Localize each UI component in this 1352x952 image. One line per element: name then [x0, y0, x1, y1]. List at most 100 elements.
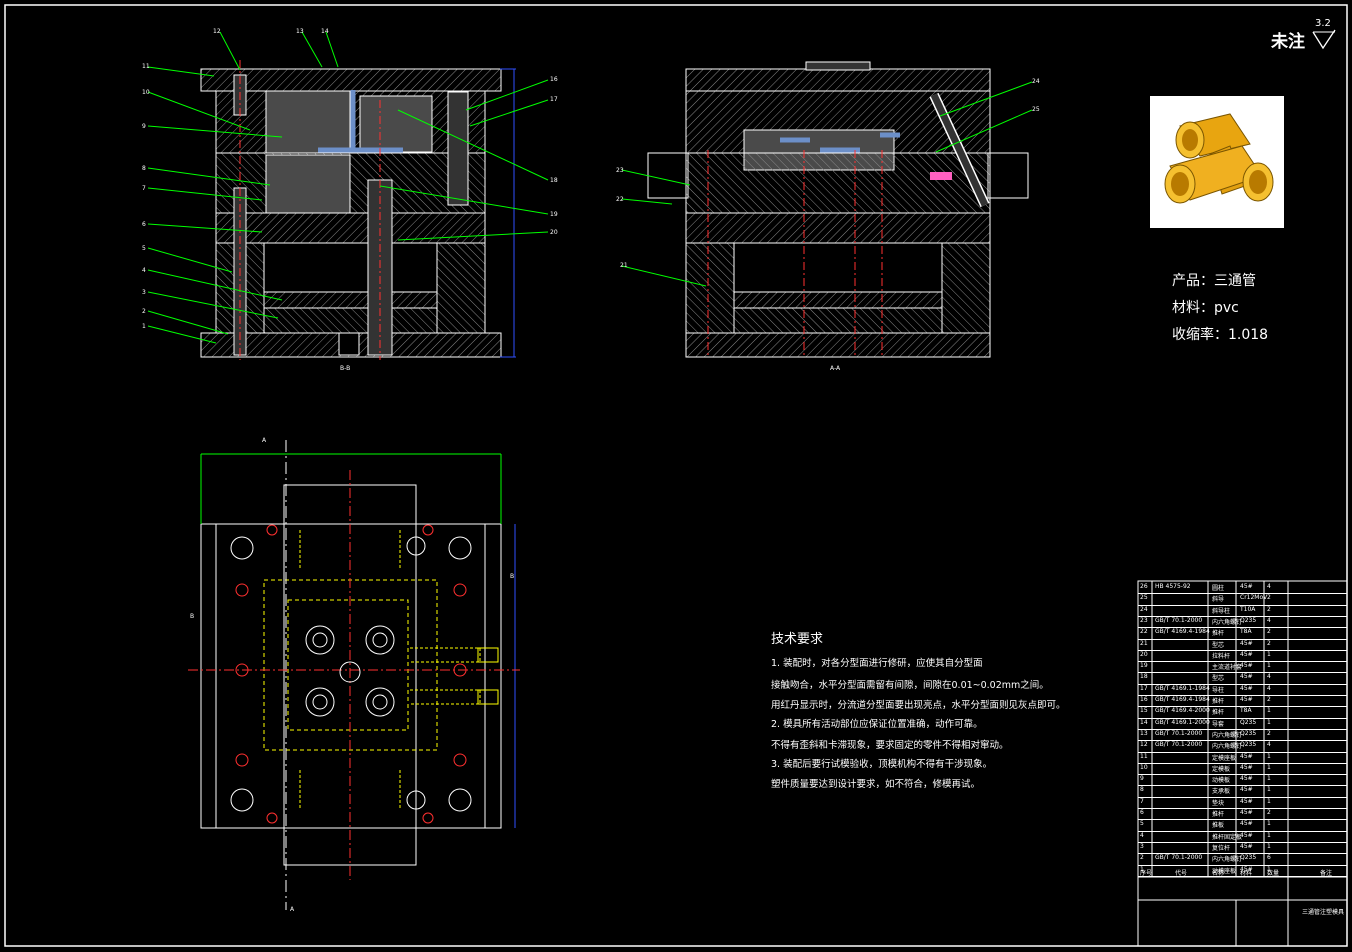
tech-line-4: 2. 模具所有活动部位应保证位置准确，动作可靠。 — [771, 719, 983, 730]
bom-cell-qty: 4 — [1267, 673, 1271, 681]
bom-cell-name: 推杆固定板 — [1212, 833, 1243, 841]
part-number-label: 19 — [550, 211, 558, 218]
bom-cell-qty: 2 — [1267, 639, 1271, 647]
bom-cell-no: 18 — [1140, 673, 1148, 681]
bom-cell-no: 20 — [1140, 650, 1148, 658]
product-material: 材料：pvc — [1172, 300, 1239, 316]
bom-cell-name: 内六角螺钉 — [1212, 856, 1243, 864]
product-thumbnail — [1150, 96, 1284, 228]
bom-cell-mat: 45# — [1240, 786, 1253, 794]
bom-cell-no: 3 — [1140, 842, 1144, 850]
bom-cell-no: 7 — [1140, 797, 1144, 805]
bom-cell-qty: 1 — [1267, 650, 1271, 658]
bom-cell-name: 导柱 — [1212, 686, 1225, 694]
product-name: 产品：三通管 — [1172, 273, 1256, 289]
tech-line-7: 塑件质量要达到设计要求，如不符合，修模再试。 — [771, 779, 981, 790]
plan-view: A A B B — [188, 437, 520, 913]
tech-line-6: 3. 装配后要行试模验收，顶模机构不得有干涉现象。 — [771, 759, 993, 770]
part-number-label: 17 — [550, 96, 558, 103]
bom-cell-qty: 4 — [1267, 616, 1271, 624]
bom-cell-qty: 4 — [1267, 741, 1271, 749]
tech-requirements-title: 技术要求 — [771, 632, 824, 647]
bom-header-note: 备注 — [1320, 870, 1333, 877]
bom-cell-mat: Cr12MoV — [1240, 594, 1268, 602]
bom-header-name: 名称 — [1212, 870, 1225, 877]
bom-cell-no: 21 — [1140, 639, 1148, 647]
bom-header-material: 材料 — [1240, 870, 1253, 877]
bom-cell-mat: 45# — [1240, 797, 1253, 805]
bom-cell-no: 15 — [1140, 707, 1148, 715]
bom-cell-name: 斜导 — [1212, 596, 1225, 604]
section-bb-label: B-B — [340, 365, 350, 372]
bom-cell-qty: 1 — [1267, 842, 1271, 850]
bom-cell-mat: Q235 — [1240, 854, 1257, 862]
bom-cell-qty: 2 — [1267, 628, 1271, 636]
bom-cell-name: 推杆 — [1212, 709, 1225, 717]
bom-cell-mat: Q235 — [1240, 718, 1257, 726]
bom-cell-qty: 2 — [1267, 809, 1271, 816]
part-number-label: 23 — [616, 167, 624, 174]
bom-cell-code: GB/T 4169.4-1984 — [1155, 696, 1210, 703]
bom-cell-mat: 45# — [1240, 583, 1253, 590]
bom-cell-no: 25 — [1140, 594, 1148, 602]
bom-cell-qty: 2 — [1267, 729, 1271, 737]
bom-cell-name: 型芯 — [1212, 675, 1225, 683]
bom-cell-name: 导套 — [1212, 720, 1225, 728]
bom-cell-name: 内六角螺钉 — [1212, 731, 1243, 739]
bom-cell-mat: Q235 — [1240, 741, 1257, 749]
bom-cell-qty: 2 — [1267, 594, 1271, 602]
bom-cell-name: 定模板 — [1212, 765, 1231, 773]
bom-cell-no: 26 — [1140, 583, 1148, 590]
bom-header-qty: 数量 — [1267, 870, 1280, 877]
bom-cell-no: 8 — [1140, 786, 1144, 794]
bom-cell-no: 4 — [1140, 831, 1144, 839]
title-block-name: 三通管注塑模具 — [1302, 909, 1345, 916]
part-number-label: 24 — [1032, 78, 1040, 85]
bom-cell-code: GB/T 4169.4-1984 — [1155, 628, 1210, 636]
part-number-label: 6 — [142, 221, 146, 228]
part-number-label: 13 — [296, 28, 304, 35]
roughness-symbol-icon — [1312, 29, 1336, 50]
part-number-label: 3 — [142, 289, 146, 296]
bom-header-no: 序号 — [1140, 870, 1153, 877]
bom-cell-no: 23 — [1140, 616, 1148, 624]
bom-cell-name: 拉料杆 — [1212, 652, 1231, 660]
bom-cell-no: 24 — [1140, 605, 1148, 613]
part-number-label: 20 — [550, 229, 558, 236]
bom-cell-code: HB 4575-92 — [1155, 583, 1191, 590]
bom-cell-code: GB/T 70.1-2000 — [1155, 854, 1203, 862]
bom-cell-qty: 6 — [1267, 854, 1271, 862]
cut-a-top-label: A — [262, 437, 267, 444]
section-aa-label: A-A — [830, 365, 841, 372]
bom-cell-qty: 1 — [1267, 763, 1271, 771]
bom-cell-mat: Q235 — [1240, 729, 1257, 737]
bom-cell-mat: 45# — [1240, 809, 1253, 816]
bom-cell-qty: 1 — [1267, 775, 1271, 783]
bom-cell-mat: Q235 — [1240, 616, 1257, 624]
bom-cell-qty: 1 — [1267, 707, 1271, 715]
bom-cell-name: 动模板 — [1212, 777, 1231, 785]
part-number-label: 22 — [616, 196, 624, 203]
tech-line-2: 接触吻合，水平分型面需留有间隙，间隙在0.01~0.02mm之间。 — [771, 680, 1049, 691]
tech-line-5: 不得有歪斜和卡滞现象，要求固定的零件不得相对窜动。 — [771, 740, 1009, 751]
part-number-label: 8 — [142, 165, 146, 172]
bom-cell-no: 22 — [1140, 628, 1148, 636]
bom-cell-name: 内六角螺钉 — [1212, 743, 1243, 751]
bom-cell-name: 定模座板 — [1212, 754, 1237, 762]
bom-cell-code: GB/T 4169.1-2000 — [1155, 718, 1210, 726]
bom-cell-mat: T10A — [1240, 605, 1256, 613]
bom-cell-qty: 1 — [1267, 718, 1271, 726]
bom-cell-mat: 45# — [1240, 775, 1253, 783]
bom-cell-mat: 45# — [1240, 696, 1253, 703]
bom-cell-mat: 45# — [1240, 752, 1253, 760]
bom-cell-mat: 45# — [1240, 820, 1253, 828]
part-number-label: 9 — [142, 123, 146, 130]
bom-cell-code: GB/T 4169.4-2000 — [1155, 707, 1210, 715]
part-number-label: 1 — [142, 323, 146, 330]
bom-cell-no: 11 — [1140, 752, 1148, 760]
bom-cell-name: 复位杆 — [1212, 844, 1231, 852]
bom-cell-no: 19 — [1140, 662, 1148, 670]
bom-cell-no: 14 — [1140, 718, 1148, 726]
section-bb-view: B-B — [147, 31, 549, 372]
bom-cell-qty: 2 — [1267, 605, 1271, 613]
